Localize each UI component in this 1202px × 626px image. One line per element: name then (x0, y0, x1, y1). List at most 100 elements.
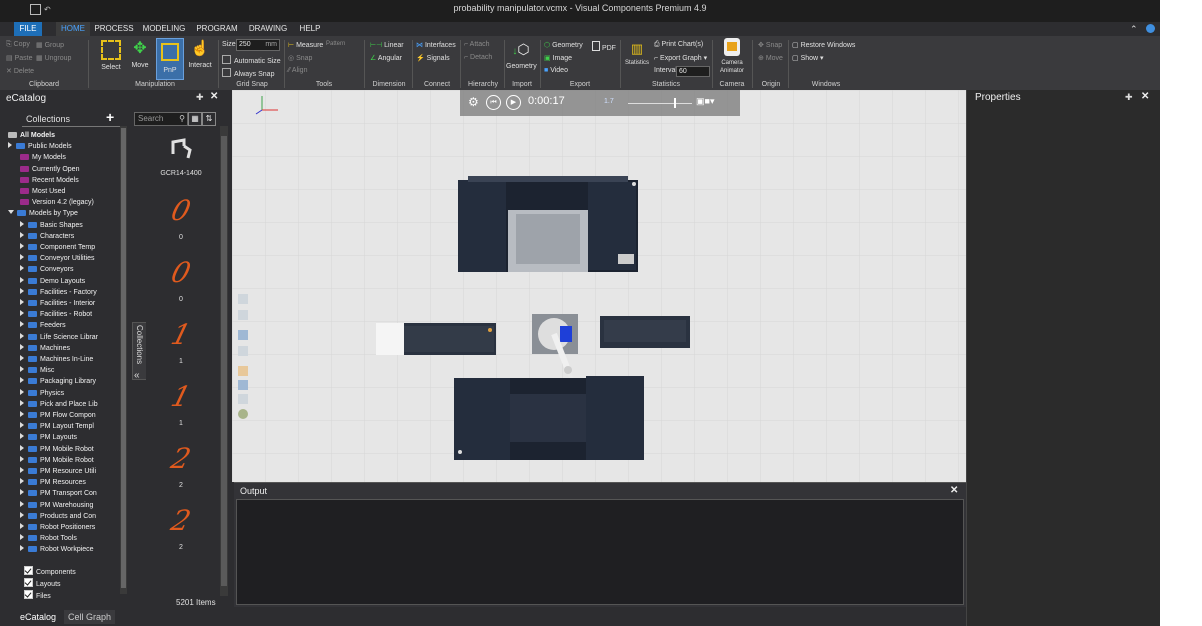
filter-checkbox[interactable]: Files (24, 590, 51, 601)
tree-item[interactable]: Robot Positioners (20, 522, 95, 533)
tree-item[interactable]: My Models (20, 152, 66, 163)
export-video-button[interactable]: ■ Video (544, 67, 568, 74)
play-button[interactable]: ▶ (506, 95, 521, 110)
restore-windows-button[interactable]: ▢ Restore Windows (792, 41, 855, 49)
tree-item[interactable]: PM Flow Compon (20, 410, 96, 421)
tab-cell-graph[interactable]: Cell Graph (64, 610, 116, 624)
expand-arrow-icon[interactable] (20, 220, 24, 227)
export-image-button[interactable]: ▣ Image (544, 54, 572, 62)
tree-item[interactable]: Version 4.2 (legacy) (20, 197, 94, 208)
model-scrollbar[interactable] (220, 126, 228, 596)
camera-animator-button[interactable]: Camera Animator (714, 38, 750, 75)
pnp-button[interactable]: PnP (156, 38, 184, 80)
model-item[interactable]: 11 (146, 316, 216, 376)
expand-arrow-icon[interactable] (20, 332, 24, 339)
tree-item[interactable]: Robot Workpiece (20, 544, 94, 555)
tree-item[interactable]: All Models (8, 130, 55, 141)
export-graph-button[interactable]: ⌐ Export Graph ▾ (654, 54, 707, 62)
paste-button[interactable]: ▤ Paste (6, 54, 32, 62)
expand-arrow-icon[interactable] (20, 500, 24, 507)
interval-input[interactable]: 60 (676, 66, 710, 77)
tree-scrollbar[interactable] (120, 126, 127, 594)
conveyor-right[interactable] (600, 316, 690, 348)
expand-arrow-icon[interactable] (20, 388, 24, 395)
tree-item[interactable]: PM Mobile Robot (20, 444, 94, 455)
move-button[interactable]: ✥ Move (128, 40, 152, 69)
tree-item[interactable]: Robot Tools (20, 533, 77, 544)
checkbox-icon[interactable] (24, 578, 33, 587)
expand-arrow-icon[interactable] (8, 142, 12, 149)
tree-item[interactable]: PM Warehousing (20, 500, 93, 511)
expand-collections-icon[interactable]: « (134, 370, 140, 381)
conveyor-left[interactable] (376, 323, 496, 355)
expand-arrow-icon[interactable] (20, 399, 24, 406)
help-icon[interactable] (1146, 24, 1155, 33)
properties-pin-icon[interactable]: ✚ (1125, 92, 1133, 103)
machine-top[interactable] (458, 176, 638, 272)
delete-button[interactable]: ✕ Delete (6, 67, 34, 75)
save-icon[interactable] (30, 4, 41, 15)
model-item[interactable]: 22 (146, 502, 216, 562)
tree-item[interactable]: PM Resource Utili (20, 466, 96, 477)
select-button[interactable]: Select (100, 40, 122, 71)
origin-snap-button[interactable]: ✥ Snap (758, 41, 782, 49)
tree-item[interactable]: Basic Shapes (20, 220, 83, 231)
expand-arrow-icon[interactable] (20, 355, 24, 361)
undo-icon[interactable]: ↶ (44, 5, 51, 14)
tree-item[interactable]: Currently Open (20, 164, 79, 175)
reset-button[interactable]: ⏮ (486, 95, 501, 110)
tree-item[interactable]: Models by Type (8, 208, 78, 219)
expand-arrow-icon[interactable] (20, 444, 24, 451)
expand-arrow-icon[interactable] (20, 478, 24, 485)
tree-item[interactable]: PM Resources (20, 477, 86, 488)
expand-arrow-icon[interactable] (20, 523, 24, 529)
statistics-button[interactable]: ▥ Statistics (622, 40, 652, 66)
tree-item[interactable]: Packaging Library (20, 376, 96, 387)
speed-slider[interactable] (628, 103, 692, 104)
sort-icon[interactable]: ⇅ (202, 112, 216, 126)
expand-arrow-icon[interactable] (20, 489, 24, 496)
ungroup-button[interactable]: ▦ Ungroup (36, 54, 71, 62)
tree-item[interactable]: Component Temp (20, 242, 95, 253)
tree-item[interactable]: Public Models (8, 141, 72, 152)
always-snap-checkbox[interactable]: Always Snap (222, 68, 274, 78)
linear-dimension-button[interactable]: ⊢⊣ Linear (370, 41, 404, 49)
print-charts-button[interactable]: ⎙ Print Chart(s) (654, 41, 703, 49)
model-scrollbar-thumb[interactable] (221, 136, 227, 586)
model-item[interactable]: GCR14-1400 (146, 130, 216, 190)
expand-arrow-icon[interactable] (20, 310, 24, 317)
output-close-icon[interactable]: ✕ (950, 485, 958, 496)
tree-scrollbar-thumb[interactable] (121, 128, 126, 588)
model-item[interactable]: 00 (146, 254, 216, 314)
tab-file[interactable]: FILE (14, 22, 42, 36)
expand-arrow-icon[interactable] (20, 511, 24, 518)
filter-checkbox[interactable]: Components (24, 566, 76, 577)
checkbox-icon[interactable] (24, 590, 33, 599)
3d-viewport[interactable]: ⚙ ⏮ ▶ 0:00:17 1.7 ▣■▾ (232, 90, 966, 482)
machine-bottom[interactable] (454, 376, 644, 460)
expand-arrow-icon[interactable] (20, 411, 24, 417)
expand-arrow-icon[interactable] (20, 231, 24, 238)
tree-item[interactable]: PM Transport Con (20, 488, 97, 499)
tab-ecatalog[interactable]: eCatalog (16, 610, 61, 624)
pin-icon[interactable]: ✚ (196, 92, 204, 103)
expand-arrow-icon[interactable] (20, 321, 24, 328)
group-button[interactable]: ▦ Group (36, 41, 64, 49)
model-item[interactable]: 22 (146, 440, 216, 500)
tree-item[interactable]: PM Mobile Robot (20, 455, 94, 466)
export-geometry-button[interactable]: ⬡ Geometry (544, 41, 583, 49)
tree-item[interactable]: Recent Models (20, 175, 79, 186)
tab-drawing[interactable]: DRAWING (248, 22, 288, 36)
grid-view-icon[interactable]: ▦ (188, 112, 202, 126)
tree-item[interactable]: Conveyors (20, 264, 73, 275)
tree-item[interactable]: PM Layout Templ (20, 421, 94, 432)
interfaces-button[interactable]: ⋈ Interfaces (416, 41, 456, 49)
interact-button[interactable]: ☝ Interact (186, 40, 214, 69)
expand-arrow-icon[interactable] (20, 287, 24, 294)
checkbox-icon[interactable] (24, 566, 33, 575)
expand-arrow-icon[interactable] (20, 455, 24, 462)
expand-arrow-icon[interactable] (20, 366, 24, 373)
tree-item[interactable]: Facilities - Interior (20, 298, 95, 309)
expand-arrow-icon[interactable] (20, 265, 24, 272)
expand-arrow-icon[interactable] (20, 545, 24, 552)
